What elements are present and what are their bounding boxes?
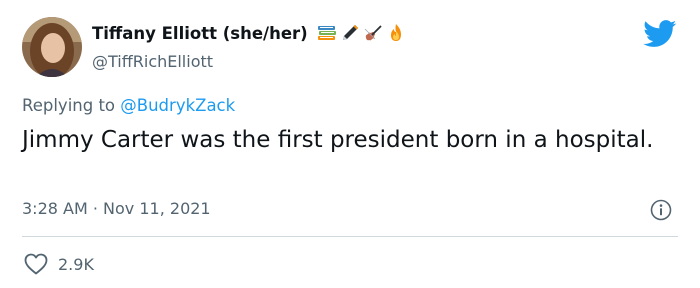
twitter-logo-icon[interactable] xyxy=(643,20,677,48)
reply-mention-link[interactable]: @BudrykZack xyxy=(120,96,235,115)
author-name-line: Tiffany Elliott (she/her) xyxy=(92,21,406,45)
violin-icon xyxy=(364,25,382,41)
heart-icon xyxy=(24,253,48,275)
like-count: 2.9K xyxy=(58,254,94,274)
display-name[interactable]: Tiffany Elliott (she/her) xyxy=(92,24,308,43)
books-icon xyxy=(317,26,336,40)
like-button[interactable]: 2.9K xyxy=(24,253,94,275)
tweet-text: Jimmy Carter was the first president bor… xyxy=(22,127,654,153)
tweet-date[interactable]: Nov 11, 2021 xyxy=(103,199,211,218)
name-emojis xyxy=(317,23,406,43)
author-handle[interactable]: @TiffRichElliott xyxy=(92,52,213,71)
info-icon[interactable] xyxy=(650,199,672,221)
reply-context: Replying to @BudrykZack xyxy=(22,96,235,115)
divider xyxy=(22,236,678,237)
pen-icon xyxy=(342,25,358,40)
fire-icon xyxy=(390,24,401,41)
reply-prefix: Replying to xyxy=(22,96,116,115)
tweet-timestamp[interactable]: 3:28 AM · Nov 11, 2021 xyxy=(22,199,211,218)
meta-separator: · xyxy=(92,199,98,218)
avatar[interactable] xyxy=(22,17,82,77)
tweet-time[interactable]: 3:28 AM xyxy=(22,199,88,218)
